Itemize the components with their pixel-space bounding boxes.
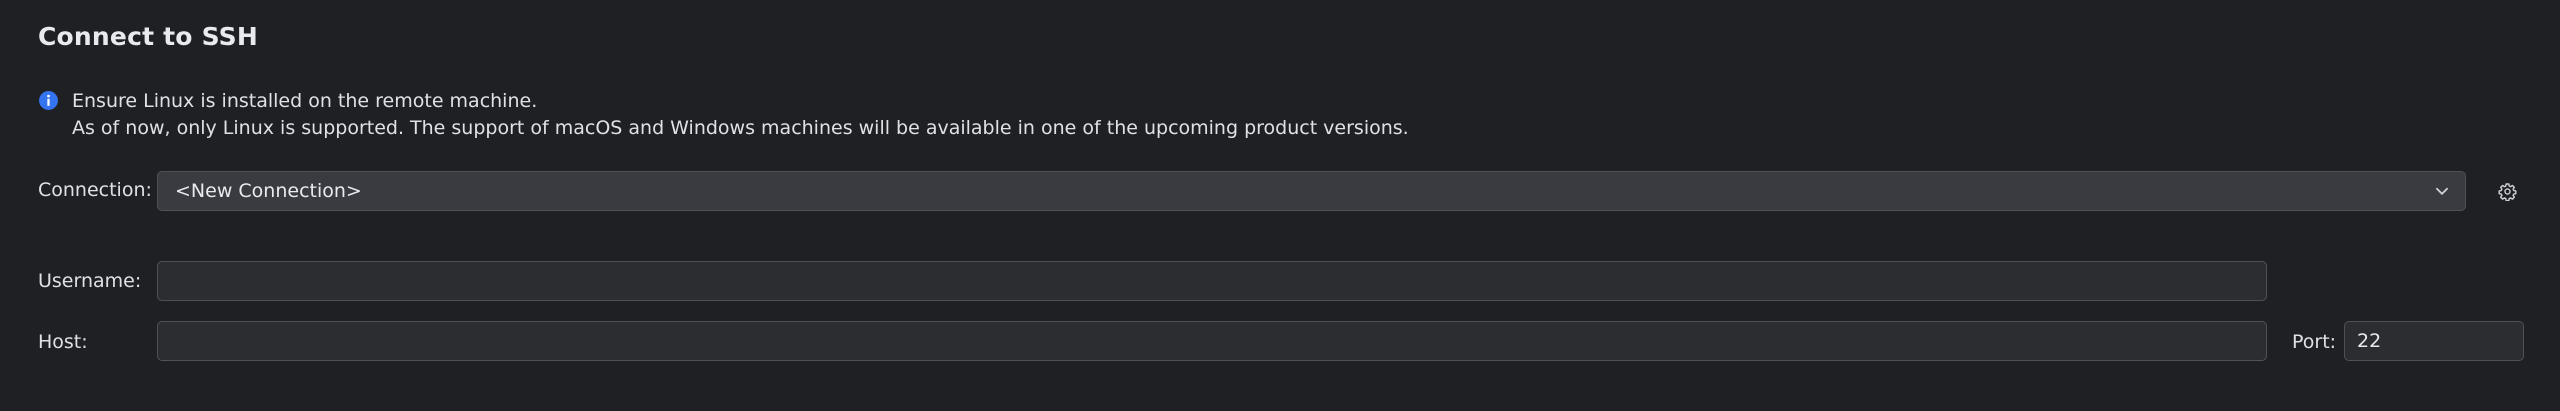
- host-input[interactable]: [157, 321, 2267, 361]
- connection-label: Connection:: [38, 179, 152, 201]
- info-message: Ensure Linux is installed on the remote …: [38, 88, 1409, 142]
- chevron-down-icon[interactable]: [2433, 182, 2451, 200]
- info-line-1: Ensure Linux is installed on the remote …: [72, 90, 538, 112]
- username-label: Username:: [38, 270, 142, 292]
- host-label: Host:: [38, 331, 88, 353]
- connection-dropdown[interactable]: <New Connection>: [157, 171, 2466, 211]
- gear-icon[interactable]: [2498, 182, 2517, 201]
- username-input[interactable]: [157, 261, 2267, 301]
- connection-selected-value: <New Connection>: [175, 180, 362, 202]
- port-input[interactable]: [2344, 321, 2524, 361]
- info-line-2: As of now, only Linux is supported. The …: [72, 117, 1409, 139]
- port-label: Port:: [2292, 331, 2337, 353]
- dialog-title: Connect to SSH: [38, 22, 258, 51]
- info-icon: [39, 91, 58, 110]
